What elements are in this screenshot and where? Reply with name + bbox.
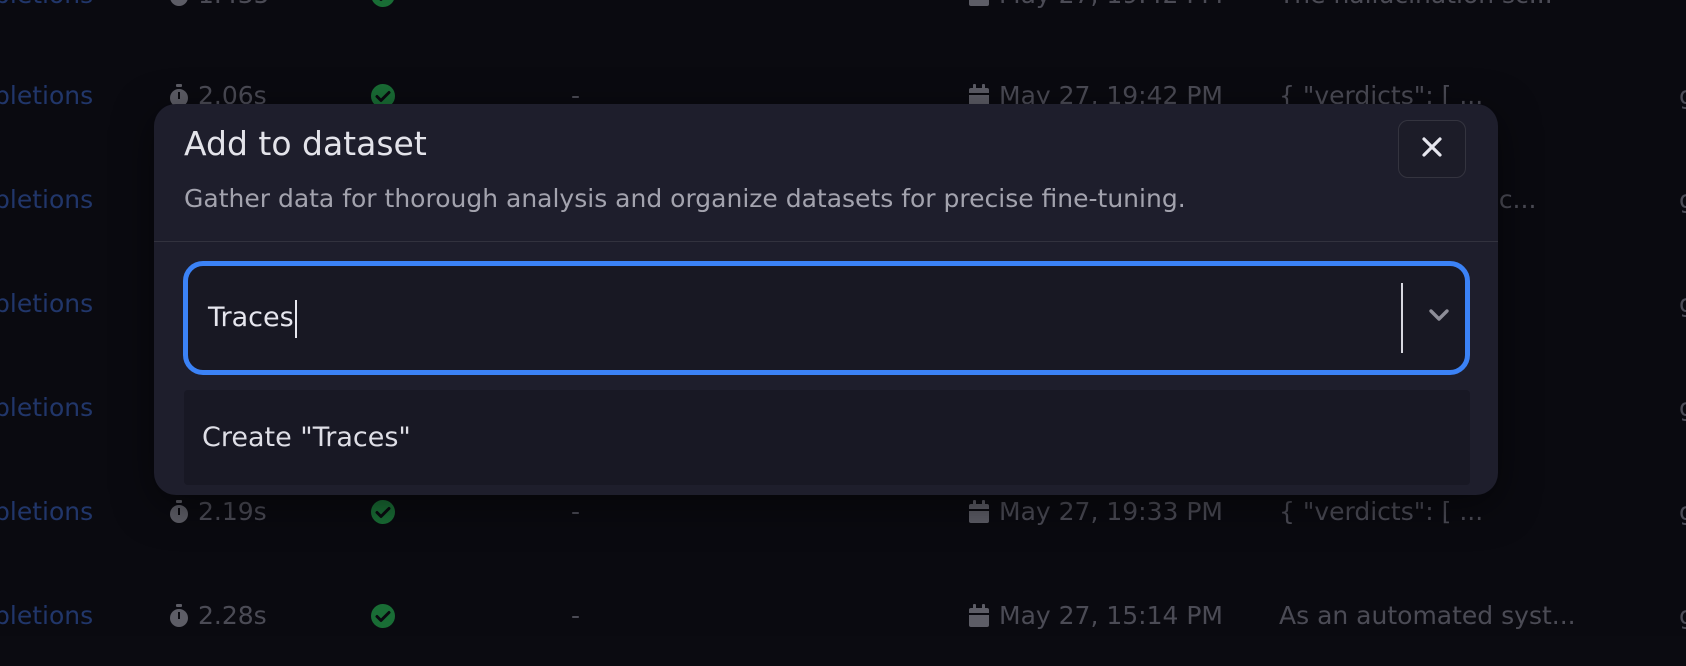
dialog-title: Add to dataset bbox=[184, 124, 427, 163]
combobox-separator bbox=[1401, 283, 1403, 353]
text-caret bbox=[294, 299, 297, 338]
dataset-dropdown-menu: Create "Traces" bbox=[184, 390, 1470, 485]
close-button[interactable] bbox=[1398, 120, 1466, 178]
app-background: pletions 1.435 May 27, 19:42 PM The hall… bbox=[0, 0, 1686, 666]
create-dataset-option[interactable]: Create "Traces" bbox=[184, 390, 1470, 485]
add-to-dataset-dialog: Add to dataset Gather data for thorough … bbox=[154, 104, 1498, 495]
close-icon bbox=[1420, 135, 1444, 163]
dataset-search-value: Traces bbox=[208, 302, 294, 333]
dialog-divider bbox=[154, 241, 1498, 242]
create-dataset-option-label: Create "Traces" bbox=[202, 422, 411, 453]
dataset-combobox[interactable]: Traces bbox=[183, 261, 1470, 375]
chevron-down-icon[interactable] bbox=[1426, 302, 1452, 332]
dialog-description: Gather data for thorough analysis and or… bbox=[184, 184, 1186, 213]
dataset-search-input[interactable]: Traces bbox=[208, 266, 297, 370]
